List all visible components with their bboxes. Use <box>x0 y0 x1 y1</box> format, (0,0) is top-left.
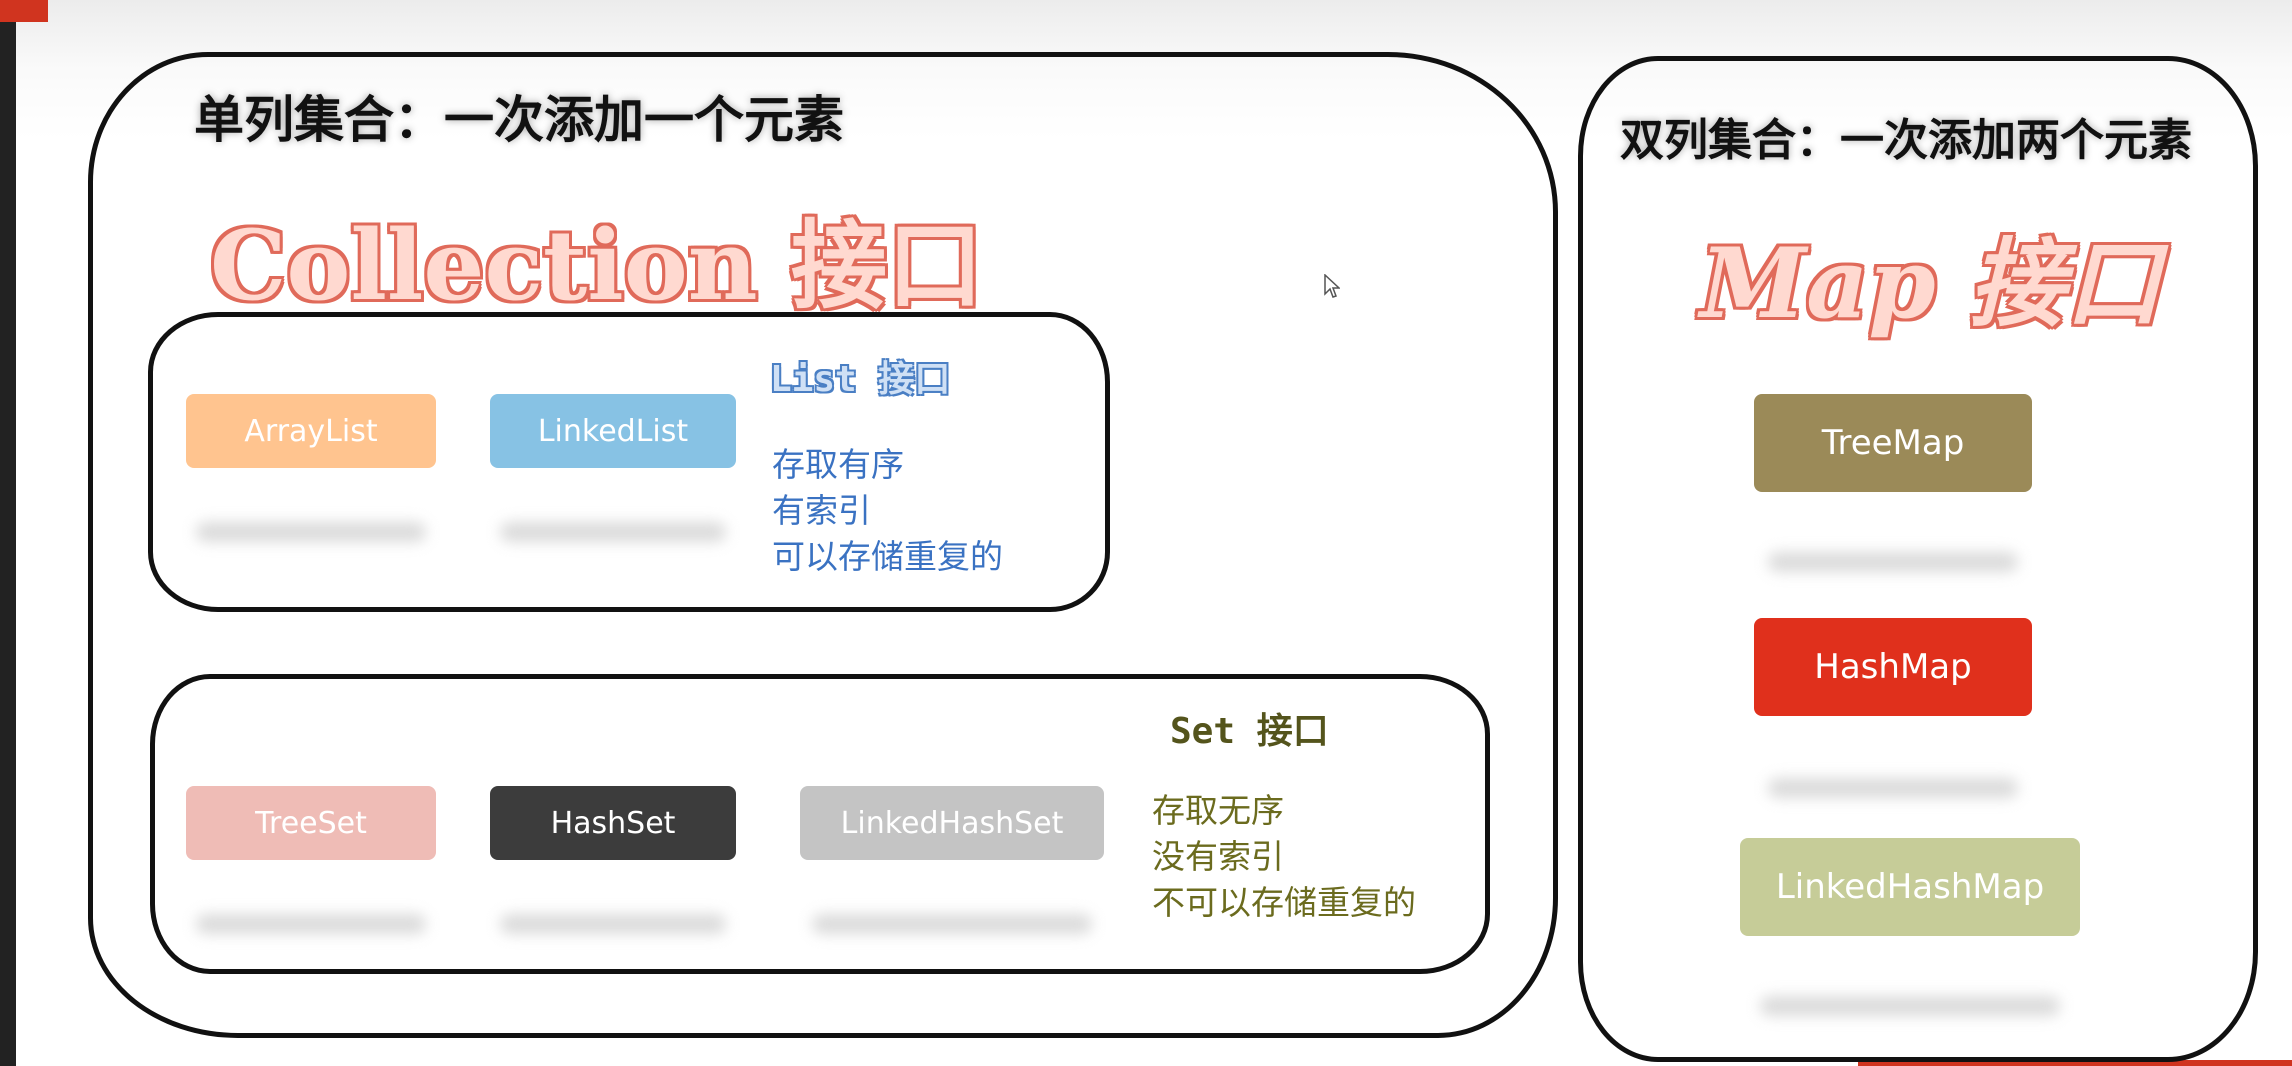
hashmap-node: HashMap <box>1754 618 2032 716</box>
list-property: 有索引 <box>772 491 871 530</box>
treeset-node: TreeSet <box>186 786 436 860</box>
linkedhashmap-node: LinkedHashMap <box>1740 838 2080 936</box>
blurred-placeholder <box>1768 778 2018 798</box>
blurred-placeholder <box>196 914 426 934</box>
map-interface-title: Map 接口 <box>1700 227 2162 340</box>
arraylist-node: ArrayList <box>186 394 436 468</box>
list-property: 存取有序 <box>772 445 904 484</box>
set-interface-label: Set 接口 <box>1170 711 1329 752</box>
mouse-cursor-icon <box>1324 274 1340 298</box>
blurred-placeholder <box>1760 996 2060 1016</box>
double-column-heading: 双列集合：一次添加两个元素 <box>1620 115 2192 166</box>
left-edge-strip <box>0 0 16 1066</box>
blurred-placeholder <box>500 914 726 934</box>
hashset-node: HashSet <box>490 786 736 860</box>
linkedhashset-node: LinkedHashSet <box>800 786 1104 860</box>
list-property: 可以存储重复的 <box>772 537 1003 576</box>
blurred-placeholder <box>812 914 1092 934</box>
blurred-placeholder <box>500 522 726 542</box>
set-property: 没有索引 <box>1152 837 1284 876</box>
single-column-heading: 单列集合：一次添加一个元素 <box>194 91 844 149</box>
list-properties: 存取有序 有索引 可以存储重复的 <box>772 442 1003 580</box>
set-property: 存取无序 <box>1152 791 1284 830</box>
set-property: 不可以存储重复的 <box>1152 883 1416 922</box>
treemap-node: TreeMap <box>1754 394 2032 492</box>
linkedlist-node: LinkedList <box>490 394 736 468</box>
collection-interface-title: Collection 接口 <box>210 209 983 322</box>
blurred-placeholder <box>196 522 426 542</box>
list-interface-label: List 接口 <box>770 359 951 400</box>
set-properties: 存取无序 没有索引 不可以存储重复的 <box>1152 788 1416 926</box>
blurred-placeholder <box>1768 552 2018 572</box>
corner-marker <box>0 0 48 22</box>
